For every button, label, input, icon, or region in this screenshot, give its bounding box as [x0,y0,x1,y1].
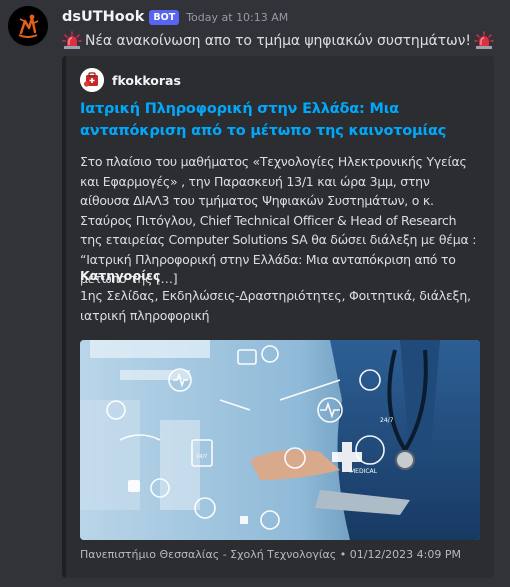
embed-image[interactable]: MEDICAL 24/7 24/7 [80,340,480,540]
embed-title-link[interactable]: Ιατρική Πληροφορική στην Ελλάδα: Μια αντ… [80,98,480,142]
medical-bag-icon [80,68,104,92]
image-hours-label: 24/7 [380,417,394,424]
message-timestamp[interactable]: Today at 10:13 AM [186,11,288,24]
username[interactable]: dsUTHook [62,9,144,25]
embed-author[interactable]: fkokkoras [80,68,181,92]
message-header: dsUTHook BOT Today at 10:13 AM [62,7,288,27]
rotating-light-icon [62,31,82,49]
rotating-light-icon [474,31,494,49]
image-hours-label-2: 24/7 [196,454,207,460]
avatar[interactable] [8,6,48,46]
message-text: Νέα ανακοίνωση απο το τμήμα ψηφιακών συσ… [85,33,471,49]
university-logo-icon [8,6,48,46]
embed-field-name: Κατηγορίες [80,268,161,283]
message-content: Νέα ανακοίνωση απο το τμήμα ψηφιακών συσ… [62,30,494,52]
medical-technology-image: MEDICAL 24/7 24/7 [80,340,480,540]
embed-field-value: 1ης Σελίδας, Εκδηλώσεις-Δραστηριότητες, … [80,288,471,323]
bot-badge: BOT [149,9,180,25]
author-name[interactable]: fkokkoras [112,73,181,88]
image-medical-label: MEDICAL [350,468,378,475]
author-avatar [80,68,104,92]
link-embed: fkokkoras Ιατρική Πληροφορική στην Ελλάδ… [62,56,494,578]
chat-message: dsUTHook BOT Today at 10:13 AM Νέα ανακο… [0,0,510,587]
embed-footer: Πανεπιστήμιο Θεσσαλίας - Σχολή Τεχνολογί… [80,548,461,561]
